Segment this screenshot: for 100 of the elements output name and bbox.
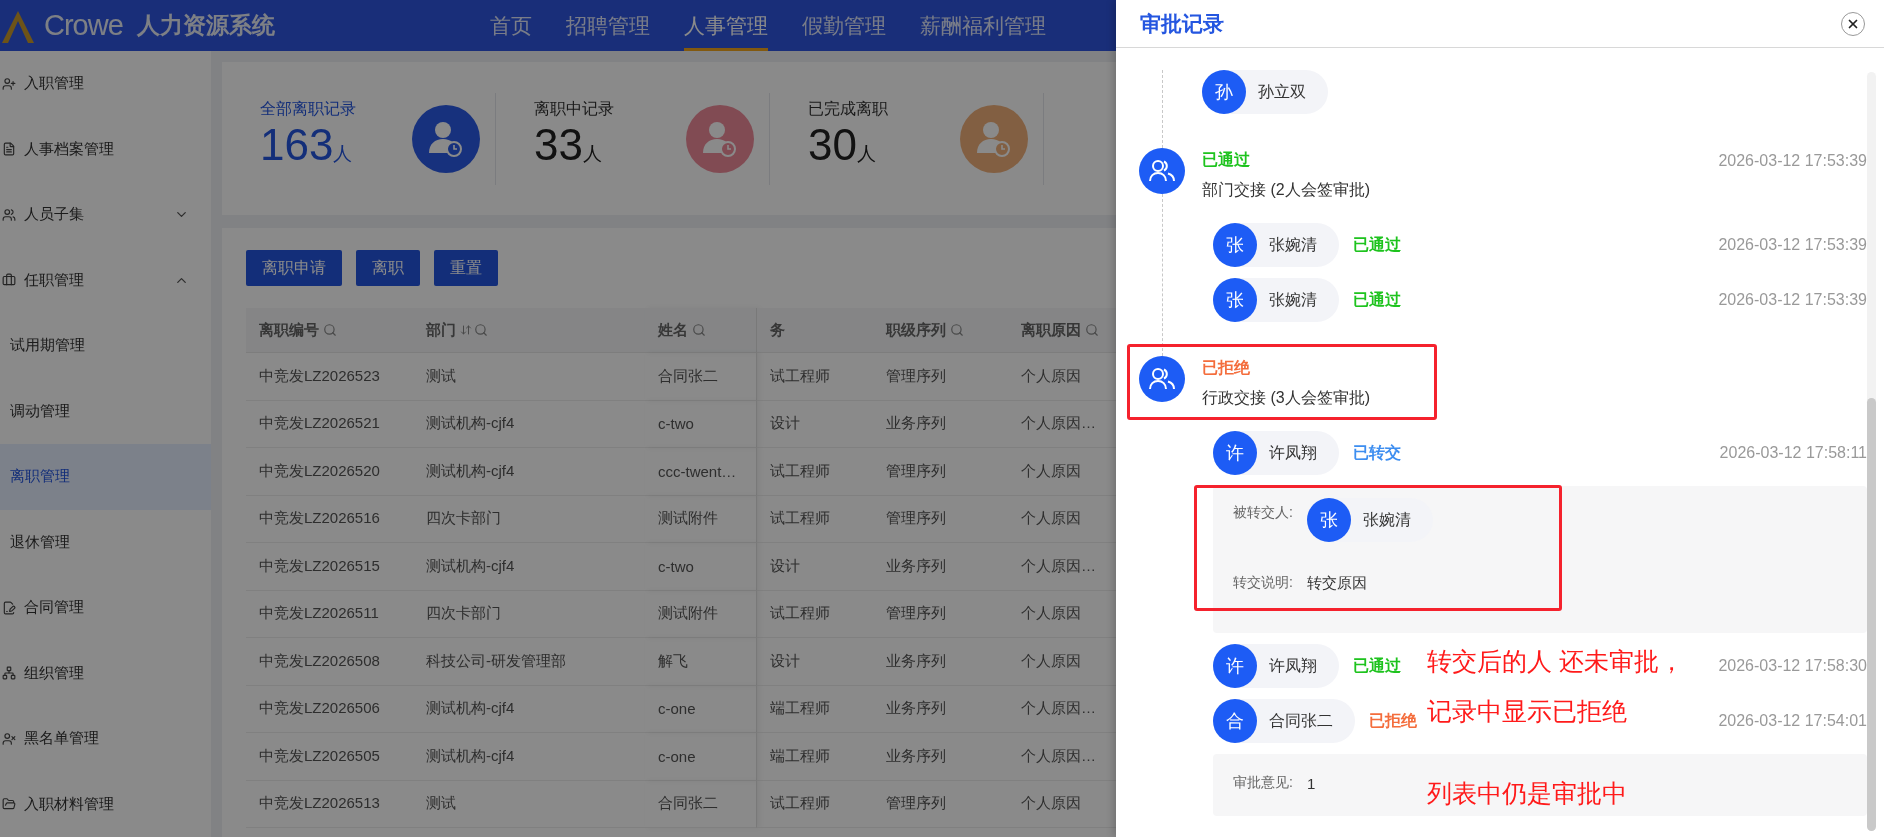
table-cell: 中竞发LZ2026523 [246,353,413,401]
table-cell: 管理序列 [873,495,1008,543]
table-cell: 业务序列 [873,685,1008,733]
sidebar-item[interactable]: 入职管理 [0,51,211,117]
info-label: 转交说明: [1233,574,1293,592]
approver-status: 已通过 [1353,289,1401,310]
nav-tab[interactable]: 假勤管理 [802,0,886,51]
table-cell: 测试 [413,780,645,828]
table-cell: 中竞发LZ2026511 [246,590,413,638]
close-button[interactable] [1841,11,1865,36]
menu-icon [2,142,16,157]
table-cell: ccc-twent… [645,448,757,496]
sort-icon[interactable] [460,324,472,336]
toolbar-button[interactable]: 离职 [356,250,420,286]
sidebar-item[interactable]: 人事档案管理 [0,116,211,182]
sidebar-item[interactable]: 任职管理 [0,247,211,313]
search-icon[interactable] [692,323,706,337]
stat-label: 已完成离职 [808,98,889,119]
drawer-title: 审批记录 [1140,10,1224,37]
sidebar-item[interactable]: 试用期管理 [0,313,211,379]
system-name: 人力资源系统 [136,11,275,40]
table-cell: 科技公司-研发管理部 [413,638,645,686]
table-cell: 测试机构-cjf4 [413,448,645,496]
column-header[interactable]: 部门 [413,308,645,353]
avatar: 张 [1213,278,1257,322]
users-icon [1149,367,1175,391]
approver-time: 2026-03-12 17:53:39 [1718,236,1867,254]
sidebar-item[interactable]: 合同管理 [0,575,211,641]
node-status: 已通过 [1202,150,1250,170]
scrollbar-thumb[interactable] [1867,398,1876,831]
stat-value: 30人 [808,119,877,171]
table-cell: 测试机构-cjf4 [413,733,645,781]
nav-tab[interactable]: 招聘管理 [566,0,650,51]
column-header[interactable]: 离职编号 [246,308,413,353]
table-cell: 试工程师 [757,353,873,401]
stat-value: 33人 [534,119,603,171]
sidebar-item[interactable]: 组织管理 [0,640,211,706]
table-cell: 试工程师 [757,448,873,496]
table-cell: 设计 [757,638,873,686]
sidebar-item[interactable]: 入职材料管理 [0,771,211,837]
table-cell: 端工程师 [757,685,873,733]
menu-icon [2,207,16,222]
table-cell: 业务序列 [873,400,1008,448]
table-cell: 端工程师 [757,733,873,781]
search-icon[interactable] [323,323,337,337]
avatar: 许 [1213,644,1257,688]
column-header[interactable]: 职级序列 [873,308,1008,353]
sidebar-item[interactable]: 离职管理 [0,444,211,510]
approver-name: 张婉清 [1269,234,1317,255]
annotation-text: 转交后的人 还未审批， [1427,646,1684,677]
table-cell: 管理序列 [873,448,1008,496]
sidebar-item[interactable]: 人员子集 [0,182,211,248]
table-cell: 管理序列 [873,590,1008,638]
toolbar-button[interactable]: 重置 [434,250,498,286]
table-cell: 中竞发LZ2026520 [246,448,413,496]
table-cell: 中竞发LZ2026513 [246,780,413,828]
table-cell: 试工程师 [757,495,873,543]
sidebar-item[interactable]: 黑名单管理 [0,706,211,772]
table-cell: 业务序列 [873,638,1008,686]
table-cell: 测试附件 [645,495,757,543]
column-header[interactable]: 务 [757,308,873,353]
approver-name: 孙立双 [1258,81,1306,102]
brand-name: Crowe [44,9,123,42]
menu-icon [2,600,16,615]
avatar: 张 [1306,498,1351,542]
table-cell: c-two [645,543,757,591]
node-status: 已拒绝 [1202,358,1250,378]
search-icon[interactable] [1085,323,1099,337]
sidebar-item[interactable]: 调动管理 [0,378,211,444]
search-icon[interactable] [474,323,488,337]
user-clock-icon [960,104,1028,173]
table-cell: 测试机构-cjf4 [413,685,645,733]
nav-tab[interactable]: 首页 [490,0,532,51]
table-cell: 设计 [757,400,873,448]
nav-tab[interactable]: 薪酬福利管理 [920,0,1046,51]
table-cell: 中竞发LZ2026505 [246,733,413,781]
avatar: 合 [1213,699,1257,743]
menu-icon [2,666,16,681]
toolbar-button[interactable]: 离职申请 [246,250,342,286]
search-icon[interactable] [950,323,964,337]
table-cell: 四次卡部门 [413,590,645,638]
table-cell: 设计 [757,543,873,591]
approver-name: 合同张二 [1269,710,1333,731]
avatar: 许 [1213,431,1257,475]
nav-tab[interactable]: 人事管理 [684,0,768,51]
table-cell: c-one [645,733,757,781]
stat-value: 163人 [260,119,354,171]
menu-icon [2,797,16,812]
node-time: 2026-03-12 17:53:39 [1718,151,1867,170]
table-cell: 解飞 [645,638,757,686]
table-cell: 中竞发LZ2026508 [246,638,413,686]
approver-name: 张婉清 [1362,509,1411,530]
column-header[interactable]: 姓名 [645,308,757,353]
approver-time: 2026-03-12 17:53:39 [1718,291,1867,309]
table-cell: 测试附件 [645,590,757,638]
table-cell: 中竞发LZ2026521 [246,400,413,448]
table-cell: 测试机构-cjf4 [413,400,645,448]
table-cell: 中竞发LZ2026506 [246,685,413,733]
node-title: 部门交接 (2人会签审批) [1202,180,1371,200]
table-cell: c-two [645,400,757,448]
